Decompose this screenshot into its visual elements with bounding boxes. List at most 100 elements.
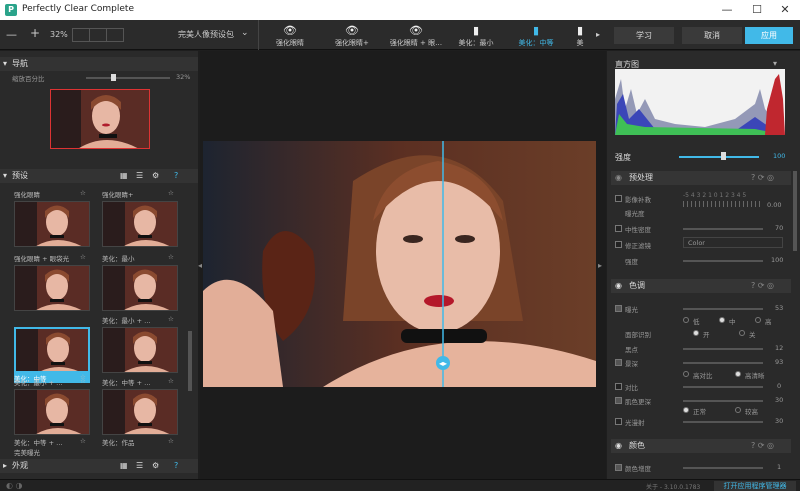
chevron-down-icon[interactable]: ⌄ — [241, 28, 249, 38]
favorite-star-icon[interactable]: ☆ — [80, 253, 86, 261]
power-icon[interactable]: ◉ — [615, 171, 622, 185]
scroll-right-icon[interactable]: ▸ — [596, 30, 600, 39]
favorite-star-icon[interactable]: ☆ — [80, 189, 86, 197]
light-diffusion-slider[interactable] — [683, 421, 763, 423]
preset-thumbnail[interactable] — [102, 201, 178, 247]
histogram-menu-icon[interactable]: ▾ — [773, 59, 777, 68]
color-header[interactable]: ◉ 颜色 ? ⟳ ◎ — [611, 439, 791, 453]
nav-zoom-slider[interactable] — [86, 77, 170, 79]
vibrance-slider[interactable] — [683, 467, 763, 469]
minimize-button[interactable]: — — [712, 2, 742, 18]
preset-thumbnail[interactable] — [14, 265, 90, 311]
preset-tab-5[interactable]: ▮ 美化：中等 — [508, 22, 564, 50]
favorite-star-icon[interactable]: ☆ — [168, 189, 174, 197]
apply-button[interactable]: 应用 — [745, 27, 793, 44]
contrast-slider[interactable] — [683, 386, 763, 388]
depth-clarity-radio[interactable] — [735, 371, 741, 377]
version-link[interactable]: 关于 - 3.10.0.1783 — [646, 482, 700, 491]
gear-icon[interactable]: ⚙ — [152, 459, 159, 473]
depth-checkbox[interactable] — [615, 359, 622, 366]
neutral-density-checkbox[interactable] — [615, 225, 622, 232]
open-app-manager-button[interactable]: 打开应用程序管理器 — [714, 481, 796, 491]
preset-tab-1[interactable]: 👁 强化眼睛 — [262, 22, 318, 50]
photo-preview[interactable]: ◂▸ — [203, 141, 596, 387]
collapse-right-icon[interactable]: ▸ — [598, 261, 602, 270]
favorite-star-icon[interactable]: ☆ — [80, 377, 86, 385]
correction-filter-checkbox[interactable] — [615, 241, 622, 248]
power-icon[interactable]: ◉ — [615, 439, 622, 453]
grid-view-icon[interactable]: ▦ — [120, 169, 128, 183]
skin-weak-radio[interactable] — [735, 407, 741, 413]
skin-normal-radio[interactable] — [683, 407, 689, 413]
preset-thumbnail[interactable] — [14, 327, 90, 373]
black-point-slider[interactable] — [683, 348, 763, 350]
preset-thumbnail[interactable] — [102, 389, 178, 435]
section-tools-icons[interactable]: ? ⟳ ◎ — [751, 279, 774, 293]
learn-button[interactable]: 学习 — [614, 27, 674, 44]
correction-filter-select[interactable]: Color — [683, 237, 783, 248]
help-icon[interactable]: ? — [174, 169, 178, 183]
preset-tab-4[interactable]: ▮ 美化：最小 — [448, 22, 504, 50]
navigator-preview[interactable] — [50, 89, 150, 149]
preset-tab-6[interactable]: ▮ 美 — [568, 22, 592, 50]
image-rescue-checkbox[interactable] — [615, 195, 622, 202]
help-icon[interactable]: ? — [174, 459, 178, 473]
image-canvas[interactable]: ◂ ▸ ◂▸ — [198, 51, 606, 479]
side-view-icon[interactable] — [107, 29, 123, 41]
tone-exposure-slider[interactable] — [683, 308, 763, 310]
right-scrollbar[interactable] — [793, 171, 797, 251]
skin-depth-checkbox[interactable] — [615, 397, 622, 404]
power-icon[interactable]: ◉ — [615, 279, 622, 293]
close-button[interactable]: ✕ — [770, 2, 800, 18]
preprocess-header[interactable]: ◉ 预处理 ? ⟳ ◎ — [611, 171, 791, 185]
gear-icon[interactable]: ⚙ — [152, 169, 159, 183]
preset-set-select[interactable]: 完美人像预设包 — [178, 29, 234, 40]
maximize-button[interactable]: ☐ — [742, 2, 772, 18]
filter-strength-slider[interactable] — [683, 260, 763, 262]
skin-depth-slider[interactable] — [683, 400, 763, 402]
nav-zoom-handle[interactable] — [110, 74, 116, 81]
depth-slider[interactable] — [683, 362, 763, 364]
exposure-checkbox[interactable] — [615, 305, 622, 312]
exterior-header[interactable]: ▸ 外观 ▦ ☰ ⚙ ? — [0, 459, 198, 473]
section-tools-icons[interactable]: ? ⟳ ◎ — [751, 171, 774, 185]
preset-thumbnail[interactable] — [102, 327, 178, 373]
preset-tab-3[interactable]: 👁 强化眼睛 + 眼… — [386, 22, 446, 50]
list-view-icon[interactable]: ☰ — [136, 459, 143, 473]
favorite-star-icon[interactable]: ☆ — [168, 377, 174, 385]
favorite-star-icon[interactable]: ☆ — [168, 437, 174, 445]
split-view-icon[interactable] — [90, 29, 107, 41]
zoom-in-button[interactable]: + — [30, 26, 40, 40]
preset-tab-2[interactable]: 👁 强化眼睛+ — [320, 22, 384, 50]
face-detect-on-radio[interactable] — [693, 330, 699, 336]
exposure-ruler[interactable] — [683, 201, 763, 207]
cancel-button[interactable]: 取消 — [682, 27, 742, 44]
favorite-star-icon[interactable]: ☆ — [168, 315, 174, 323]
nav-header[interactable]: ▾ 导航 — [0, 57, 198, 71]
collapse-left-icon[interactable]: ◂ — [198, 261, 202, 270]
section-tools-icons[interactable]: ? ⟳ ◎ — [751, 439, 774, 453]
face-detect-off-radio[interactable] — [739, 330, 745, 336]
list-view-icon[interactable]: ☰ — [136, 169, 143, 183]
exposure-mid-radio[interactable] — [719, 317, 725, 323]
single-view-icon[interactable] — [73, 29, 90, 41]
zoom-out-button[interactable]: — — [6, 28, 17, 41]
exposure-high-radio[interactable] — [755, 317, 761, 323]
exposure-low-radio[interactable] — [683, 317, 689, 323]
strength-handle[interactable] — [721, 152, 726, 160]
preset-thumbnail[interactable] — [14, 201, 90, 247]
favorite-star-icon[interactable]: ☆ — [168, 253, 174, 261]
light-diffusion-checkbox[interactable] — [615, 418, 622, 425]
undo-redo-icons[interactable]: ◐ ◑ — [6, 481, 23, 490]
view-mode-switch[interactable] — [72, 28, 124, 42]
tone-header[interactable]: ◉ 色调 ? ⟳ ◎ — [611, 279, 791, 293]
preset-scrollbar[interactable] — [188, 331, 192, 391]
vibrance-checkbox[interactable] — [615, 464, 622, 471]
strength-slider[interactable] — [679, 156, 759, 158]
neutral-density-slider[interactable] — [683, 228, 763, 230]
depth-contrast-radio[interactable] — [683, 371, 689, 377]
preset-thumbnail[interactable] — [102, 265, 178, 311]
favorite-star-icon[interactable]: ☆ — [80, 437, 86, 445]
presets-header[interactable]: ▾ 预设 ▦ ☰ ⚙ ? — [0, 169, 198, 183]
contrast-checkbox[interactable] — [615, 383, 622, 390]
